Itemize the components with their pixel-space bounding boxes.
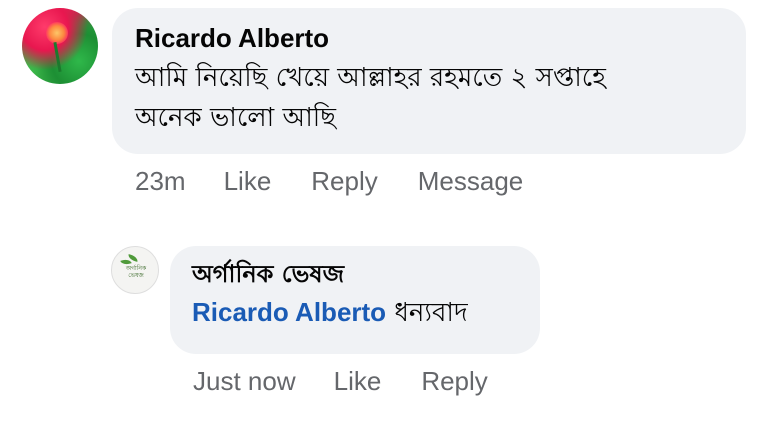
reply-text: Ricardo Alberto ধন্যবাদ [192,292,532,333]
reply-button[interactable]: Reply [311,166,377,197]
reply-author-name[interactable]: অর্গানিক ভেষজ [192,258,540,290]
mention-link[interactable]: Ricardo Alberto [192,297,386,327]
comment-author-name[interactable]: Ricardo Alberto [135,22,746,54]
comment-actions: 23m Like Reply Message [135,166,563,197]
reply-message-text: ধন্যবাদ [394,298,468,328]
reply-bubble: অর্গানিক ভেষজ Ricardo Alberto ধন্যবাদ [170,246,540,354]
like-button[interactable]: Like [224,166,272,197]
page-logo-text: অর্গানিক ভেষজ [125,265,147,279]
comment-text: আমি নিয়েছি খেয়ে আল্লাহর রহমতে ২ সপ্তাহ… [135,58,725,138]
comment-text-line-2: অনেক ভালো আছি [135,103,336,133]
stem-graphic [53,41,62,73]
reply-reply-button[interactable]: Reply [421,366,487,397]
message-button[interactable]: Message [418,166,524,197]
comment-bubble: Ricardo Alberto আমি নিয়েছি খেয়ে আল্লাহ… [112,8,746,154]
reply-actions: Just now Like Reply [193,366,528,397]
reply-like-button[interactable]: Like [334,366,382,397]
page-avatar[interactable]: অর্গানিক ভেষজ [111,246,159,294]
flower-graphic [46,22,68,44]
reply-timestamp[interactable]: Just now [193,366,296,397]
comment-text-line-1: আমি নিয়েছি খেয়ে আল্লাহর রহমতে ২ সপ্তাহ… [135,63,606,93]
comment-timestamp[interactable]: 23m [135,166,186,197]
commenter-avatar[interactable] [22,8,98,84]
